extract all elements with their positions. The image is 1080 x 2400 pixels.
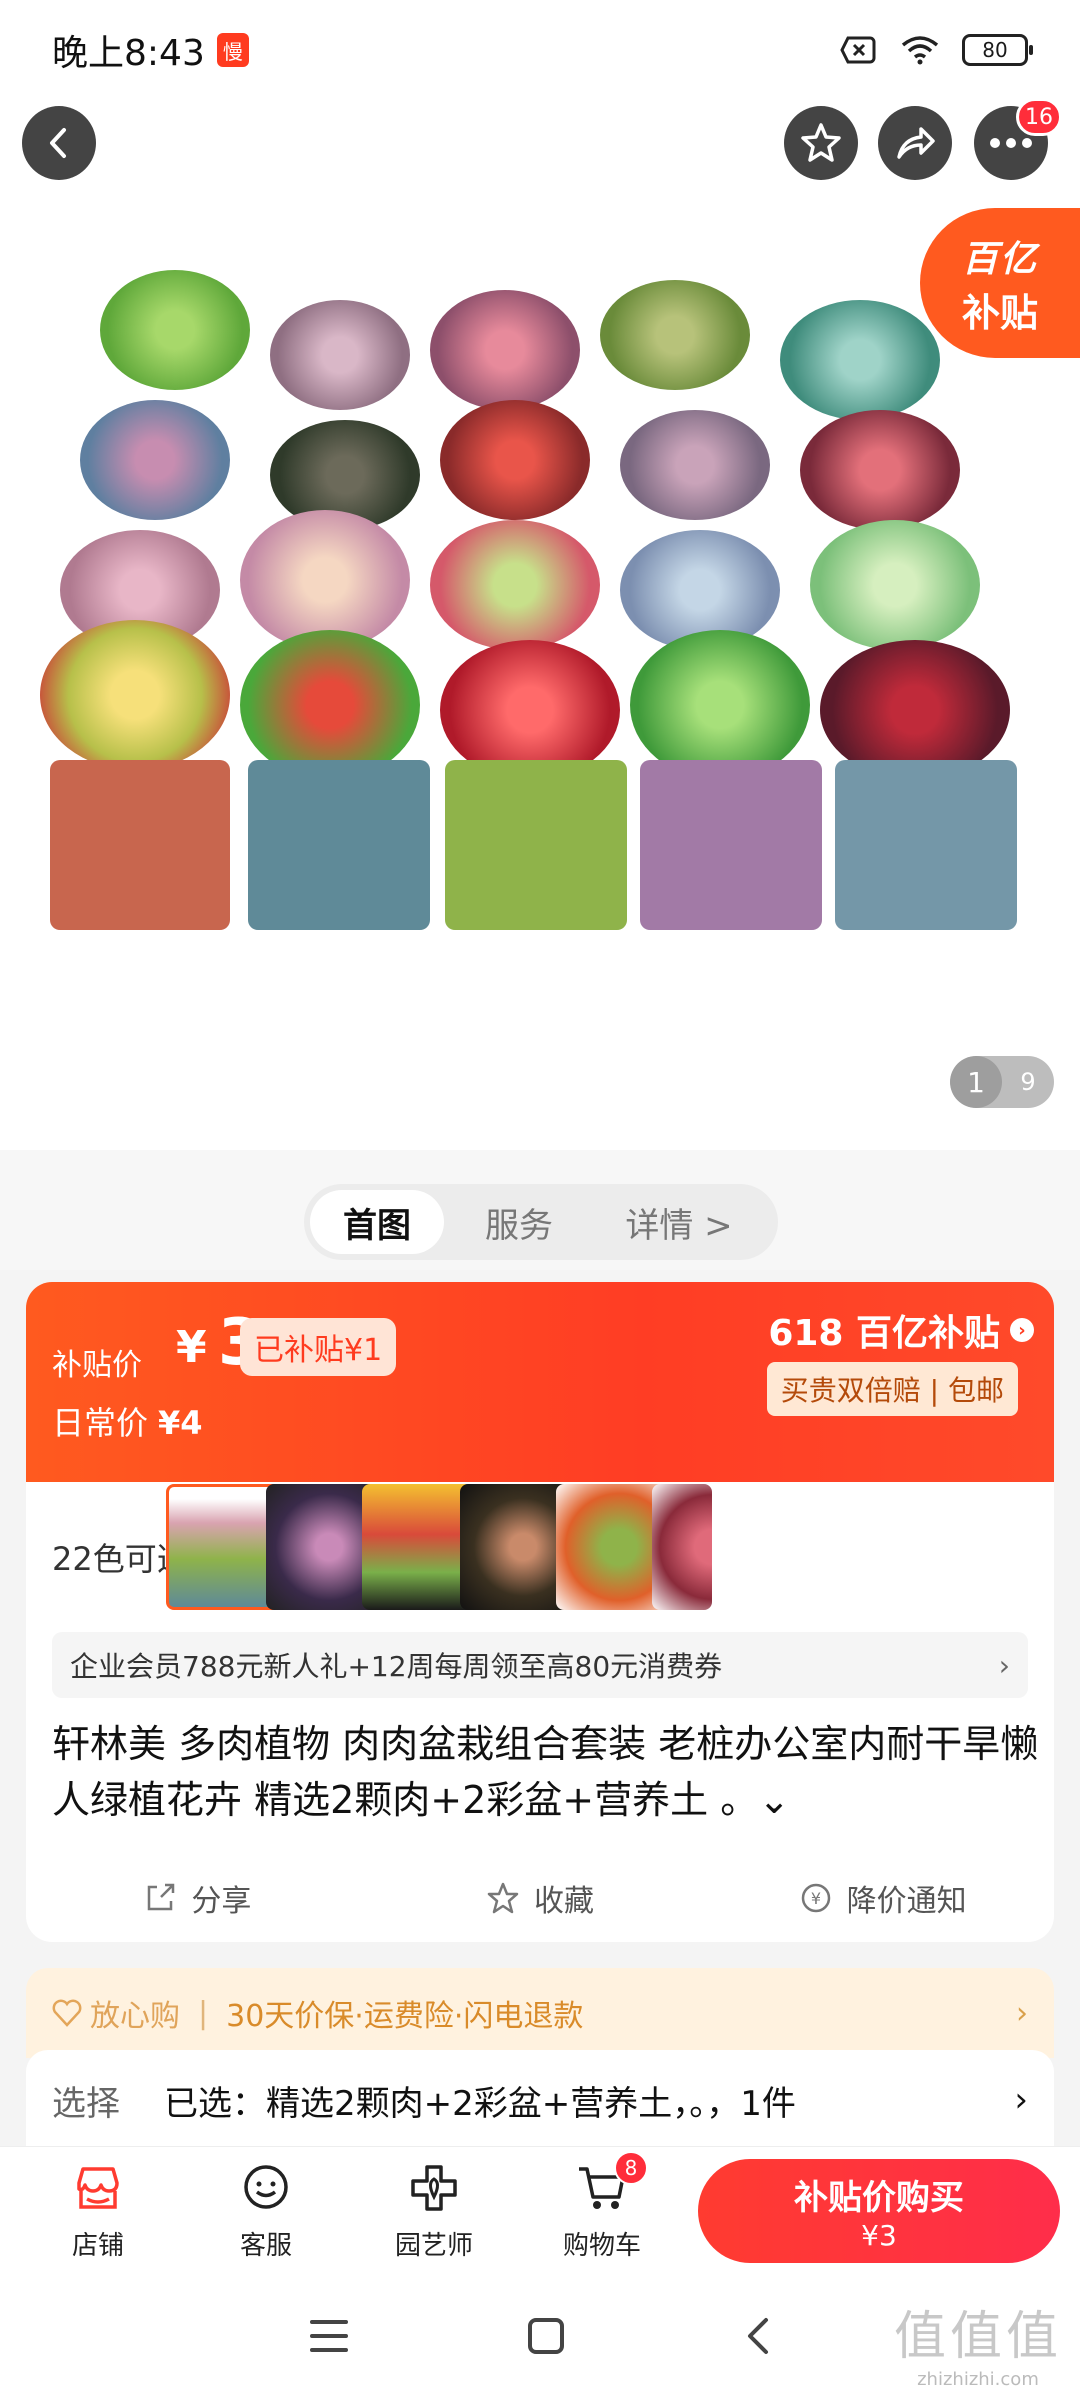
assurance-bar[interactable]: 放心购 | 30天价保·运费险·闪电退款 ›	[26, 1968, 1054, 2058]
spec-select-row[interactable]: 选择 已选：精选2颗肉+2彩盆+营养土，。，1件 ›	[26, 2050, 1054, 2150]
no-sim-icon	[838, 35, 878, 65]
promo-tag[interactable]: 买贵双倍赔 | 包邮	[766, 1362, 1018, 1416]
battery-icon: 80	[962, 34, 1033, 66]
wifi-icon	[900, 35, 940, 65]
daily-price-value: ¥4	[158, 1404, 203, 1442]
product-info-card: 补贴价 ¥ 3 已补贴¥1 日常价¥4 618 百亿补贴› 买贵双倍赔 | 包邮…	[26, 1282, 1054, 1942]
more-dots-icon	[990, 138, 1032, 148]
daily-price: 日常价 ¥4	[52, 1398, 203, 1444]
gardener-icon	[411, 2165, 457, 2211]
watermark-url: zhizhizhi.com	[917, 2369, 1039, 2390]
back-button[interactable]	[22, 106, 96, 180]
star-icon	[801, 123, 841, 162]
spec-select-value: 已选：精选2颗肉+2彩盆+营养土，。，1件	[164, 2083, 796, 2124]
price-alert-icon: ¥	[801, 1883, 830, 1913]
bottom-action-bar: 店铺 客服 园艺师 8 购物车 补贴价购买 ¥3	[0, 2146, 1080, 2276]
tab-main-image[interactable]: 首图	[310, 1190, 444, 1254]
price-header: 补贴价 ¥ 3 已补贴¥1 日常价¥4 618 百亿补贴› 买贵双倍赔 | 包邮	[26, 1282, 1054, 1482]
nav-cart[interactable]: 8 购物车	[518, 2151, 686, 2262]
daily-price-label: 日常价	[52, 1404, 149, 1442]
nav-gardener-label: 园艺师	[394, 2231, 473, 2261]
watermark-logo: 值值值	[893, 2307, 1062, 2367]
assurance-separator: |	[198, 1995, 209, 2031]
back-arrow-icon	[50, 128, 66, 158]
app-notification-icon: 慢	[216, 33, 249, 67]
nav-customer-service-label: 客服	[239, 2231, 292, 2261]
variant-thumb[interactable]	[652, 1484, 712, 1610]
tab-details[interactable]: 详情 >	[594, 1190, 764, 1254]
nav-store-label: 店铺	[71, 2231, 124, 2261]
pager-total: 9	[1020, 1068, 1036, 1096]
more-badge: 16	[1016, 98, 1062, 136]
product-actions: 分享 收藏 ¥ 降价通知	[26, 1858, 1054, 1938]
assurance-brand: 放心购	[90, 1999, 180, 2034]
buy-button-label: 补贴价购买	[794, 2178, 964, 2218]
price-alert-label: 降价通知	[846, 1884, 967, 1919]
home-icon[interactable]	[526, 2316, 566, 2360]
share-arrow-icon	[897, 127, 935, 159]
image-pager: 1 9	[950, 1056, 1054, 1108]
nav-customer-service[interactable]: 客服	[182, 2161, 350, 2262]
subsidy-corner-badge: 百亿 补贴	[920, 208, 1080, 358]
price-currency: ¥	[176, 1322, 207, 1373]
nav-store[interactable]: 店铺	[14, 2161, 182, 2262]
buy-button-price: ¥3	[861, 2219, 897, 2252]
subsidy-price-label: 补贴价	[52, 1348, 142, 1383]
svg-text:¥: ¥	[811, 1889, 821, 1908]
chevron-right-icon: ›	[1010, 1318, 1034, 1342]
spec-select-key: 选择	[52, 2083, 120, 2124]
system-nav-bar: 值值值 zhizhizhi.com	[0, 2276, 1080, 2400]
menu-icon[interactable]	[308, 2318, 350, 2358]
star-outline-icon	[487, 1882, 519, 1914]
nav-gardener[interactable]: 园艺师	[350, 2161, 518, 2262]
tab-service[interactable]: 服务	[444, 1190, 594, 1254]
product-title[interactable]: 轩林美 多肉植物 肉肉盆栽组合套装 老桩办公室内耐干旱懒人绿植花卉 精选2颗肉+…	[52, 1716, 1042, 1828]
share-icon	[148, 1883, 175, 1911]
chat-face-icon	[244, 2165, 288, 2209]
section-tabs: 首图 服务 详情 >	[304, 1184, 778, 1260]
subsidy-program-label: 618 百亿补贴	[768, 1313, 1000, 1354]
favorite-button[interactable]	[784, 106, 858, 180]
chevron-right-icon: ›	[998, 1648, 1010, 1682]
heart-icon	[52, 1999, 82, 2027]
favorite-action[interactable]: 收藏	[369, 1876, 712, 1920]
pager-current: 1	[950, 1056, 1002, 1108]
member-coupon-text: 企业会员788元新人礼+12周每周领至高80元消费券	[70, 1650, 723, 1683]
share-button[interactable]	[878, 106, 952, 180]
status-bar: 晚上8:43 慢 80	[0, 0, 1080, 100]
member-coupon-bar[interactable]: 企业会员788元新人礼+12周每周领至高80元消费券 ›	[52, 1632, 1028, 1698]
share-label: 分享	[191, 1884, 252, 1919]
product-page: 晚上8:43 慢 80 16 百亿 补贴 1 9 首图 服务 详情 > 补贴价 …	[0, 0, 1080, 2400]
subsidy-corner-line2: 补贴	[961, 290, 1038, 335]
store-icon	[77, 2167, 119, 2209]
back-nav-icon[interactable]	[742, 2316, 772, 2360]
nav-cart-label: 购物车	[562, 2231, 641, 2261]
status-time: 晚上8:43	[52, 33, 205, 74]
assurance-text: 30天价保·运费险·闪电退款	[226, 1999, 584, 2034]
subsidy-amount-pill: 已补贴¥1	[240, 1318, 397, 1376]
subsidy-corner-line1: 百亿	[961, 238, 1038, 280]
share-action[interactable]: 分享	[26, 1876, 369, 1920]
more-button[interactable]: 16	[974, 98, 1062, 180]
product-image	[40, 260, 1030, 930]
chevron-right-icon: ›	[1014, 2080, 1028, 2120]
buy-button[interactable]: 补贴价购买 ¥3	[698, 2159, 1060, 2263]
favorite-label: 收藏	[534, 1884, 594, 1919]
hero-image-area[interactable]: 晚上8:43 慢 80 16 百亿 补贴 1 9	[0, 0, 1080, 1150]
subsidy-program-link[interactable]: 618 百亿补贴 ›	[768, 1304, 1034, 1356]
section-tabs-bar: 首图 服务 详情 >	[0, 1150, 1080, 1270]
watermark: 值值值 zhizhizhi.com	[894, 2294, 1062, 2390]
price-alert-action[interactable]: ¥ 降价通知	[711, 1876, 1054, 1920]
chevron-right-icon: ›	[1016, 1995, 1028, 2031]
cart-badge: 8	[614, 2151, 648, 2185]
